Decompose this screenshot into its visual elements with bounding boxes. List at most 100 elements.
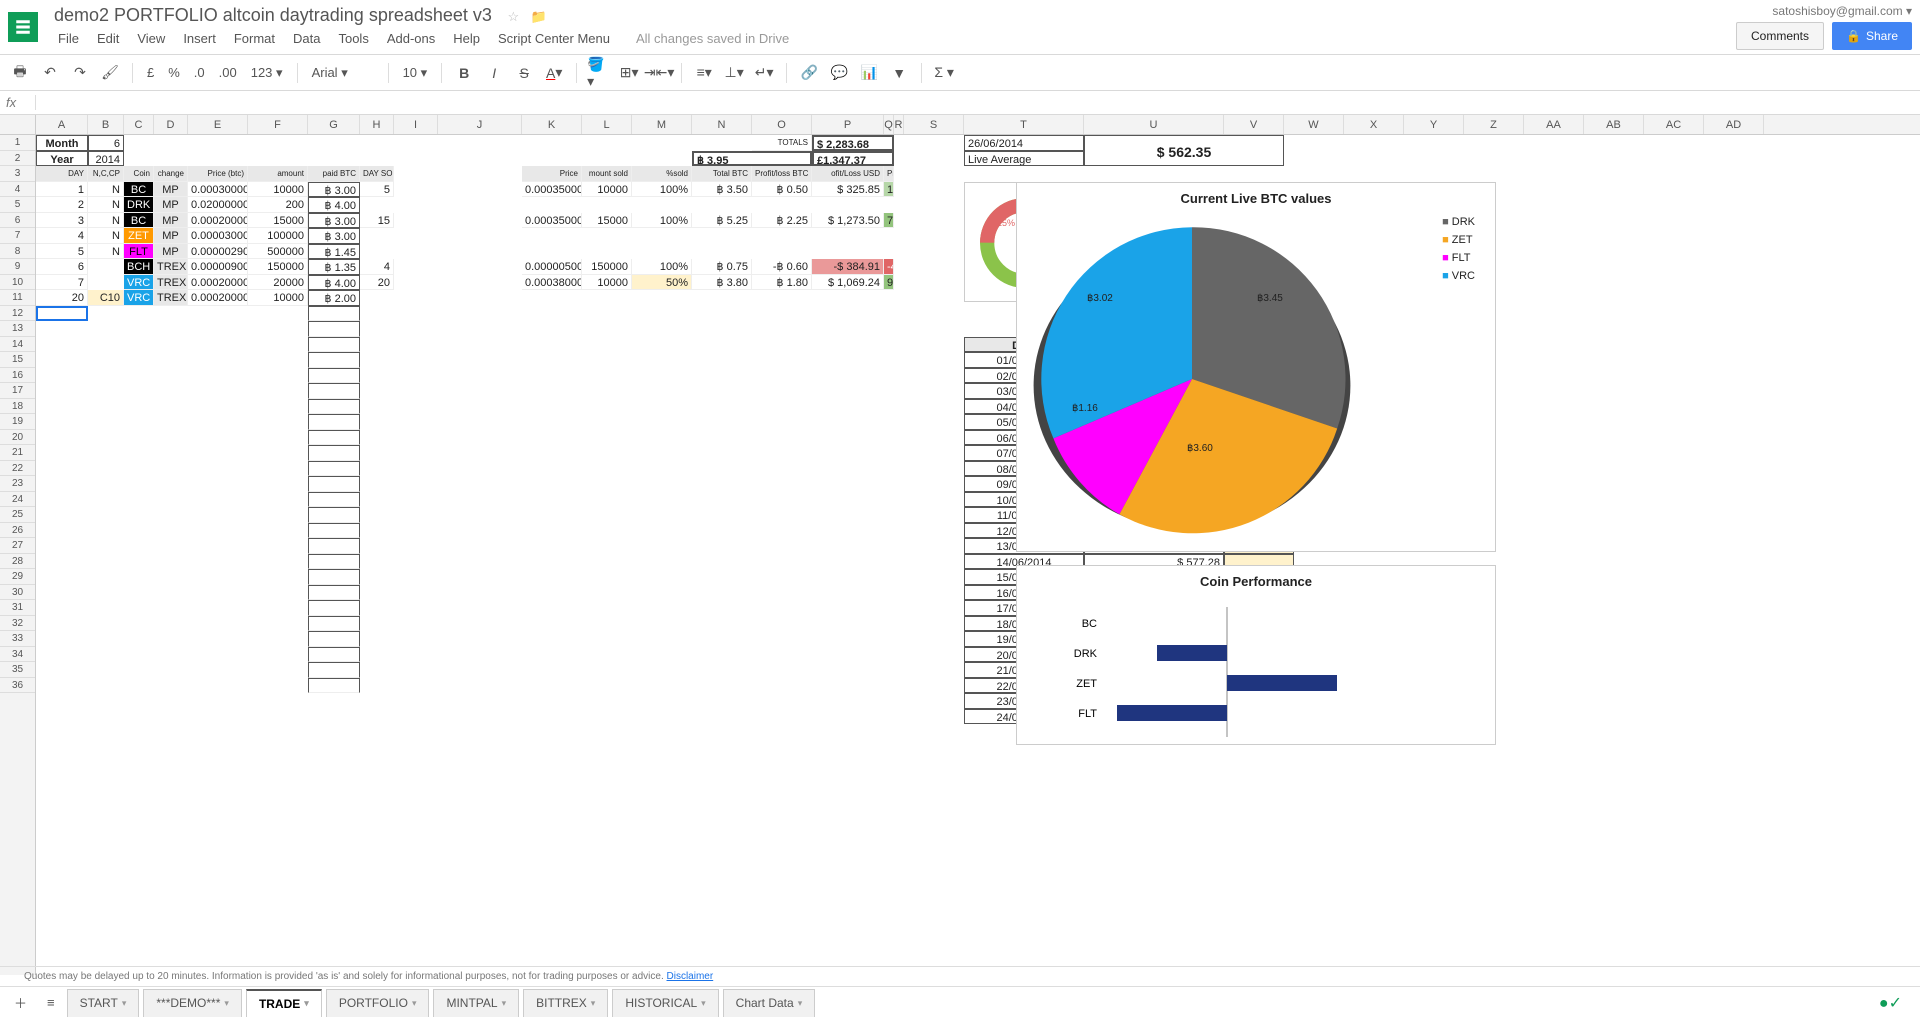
cell-E8[interactable]: 0.00000290 — [188, 244, 248, 260]
cell-L6[interactable]: 15000 — [582, 213, 632, 229]
cell-O1[interactable]: TOTALS — [752, 135, 812, 151]
cell-O10[interactable]: ฿ 1.80 — [752, 275, 812, 291]
cell-A5[interactable]: 2 — [36, 197, 88, 213]
wrap-icon[interactable]: ↵▾ — [752, 61, 776, 85]
cell-F9[interactable]: 150000 — [248, 259, 308, 275]
cell-C5[interactable]: DRK — [124, 197, 154, 213]
cell-B8[interactable]: N — [88, 244, 124, 260]
cell-B5[interactable]: N — [88, 197, 124, 213]
sheet-tab-demo[interactable]: ***DEMO*** ▾ — [143, 989, 242, 1017]
cell-G10[interactable]: ฿ 4.00 — [308, 275, 360, 291]
cell-E7[interactable]: 0.00003000 — [188, 228, 248, 244]
cell-O3[interactable]: Profit/loss BTC — [752, 166, 812, 182]
cell-Q3[interactable]: Profit/Loss % — [884, 166, 894, 182]
font-select[interactable]: Arial ▾ — [308, 65, 378, 81]
cell-G26[interactable] — [308, 523, 360, 539]
cell-M10[interactable]: 50% — [632, 275, 692, 291]
cell-G13[interactable] — [308, 321, 360, 337]
cell-P4[interactable]: $ 325.85 — [812, 182, 884, 198]
cell-D5[interactable]: MP — [154, 197, 188, 213]
cell-N2[interactable]: ฿ 3.95 — [692, 151, 812, 167]
cell-A12[interactable] — [36, 306, 88, 322]
menu-view[interactable]: View — [129, 28, 173, 49]
menu-data[interactable]: Data — [285, 28, 328, 49]
cell-B2[interactable]: 2014 — [88, 151, 124, 167]
cell-A9[interactable]: 6 — [36, 259, 88, 275]
cell-K10[interactable]: 0.00038000 — [522, 275, 582, 291]
grid[interactable]: Month6Year2014TOTALS$ 2,283.68฿ 3.95£1,3… — [36, 135, 1920, 975]
cell-C6[interactable]: BC — [124, 213, 154, 229]
link-icon[interactable]: 🔗 — [797, 61, 821, 85]
app-logo[interactable] — [8, 12, 38, 42]
sheet-tab-chartdata[interactable]: Chart Data ▾ — [723, 989, 816, 1017]
cell-G15[interactable] — [308, 352, 360, 368]
cell-G18[interactable] — [308, 399, 360, 415]
cell-D8[interactable]: MP — [154, 244, 188, 260]
cell-L9[interactable]: 150000 — [582, 259, 632, 275]
cell-F8[interactable]: 500000 — [248, 244, 308, 260]
cell-F11[interactable]: 10000 — [248, 290, 308, 306]
dec-inc[interactable]: .00 — [215, 65, 241, 80]
cell-D11[interactable]: TREX — [154, 290, 188, 306]
cell-G31[interactable] — [308, 600, 360, 616]
cell-L3[interactable]: mount sold — [582, 166, 632, 182]
cell-K4[interactable]: 0.00035000 — [522, 182, 582, 198]
cell-G25[interactable] — [308, 507, 360, 523]
sheet-tab-portfolio[interactable]: PORTFOLIO ▾ — [326, 989, 430, 1017]
cell-E10[interactable]: 0.00020000 — [188, 275, 248, 291]
cell-C4[interactable]: BC — [124, 182, 154, 198]
cell-H4[interactable]: 5 — [360, 182, 394, 198]
cell-A1[interactable]: Month — [36, 135, 88, 151]
cell-B6[interactable]: N — [88, 213, 124, 229]
cell-L10[interactable]: 10000 — [582, 275, 632, 291]
percent-format[interactable]: % — [164, 65, 184, 80]
star-icon[interactable]: ☆ — [508, 9, 520, 25]
cell-H10[interactable]: 20 — [360, 275, 394, 291]
cell-G27[interactable] — [308, 538, 360, 554]
cell-G7[interactable]: ฿ 3.00 — [308, 228, 360, 244]
cell-E9[interactable]: 0.00000900 — [188, 259, 248, 275]
cell-G23[interactable] — [308, 476, 360, 492]
cell-F7[interactable]: 100000 — [248, 228, 308, 244]
functions-icon[interactable]: Σ ▾ — [932, 61, 956, 85]
merge-icon[interactable]: ⇥⇤▾ — [647, 61, 671, 85]
cell-A2[interactable]: Year — [36, 151, 88, 167]
cell-A6[interactable]: 3 — [36, 213, 88, 229]
text-color-icon[interactable]: A ▾ — [542, 61, 566, 85]
cell-G36[interactable] — [308, 678, 360, 694]
cell-O6[interactable]: ฿ 2.25 — [752, 213, 812, 229]
cell-T2[interactable]: Live Average — [964, 151, 1084, 167]
cell-N3[interactable]: Total BTC — [692, 166, 752, 182]
cell-C10[interactable]: VRC — [124, 275, 154, 291]
cell-G4[interactable]: ฿ 3.00 — [308, 182, 360, 198]
cell-G5[interactable]: ฿ 4.00 — [308, 197, 360, 213]
cell-N4[interactable]: ฿ 3.50 — [692, 182, 752, 198]
doc-title[interactable]: demo2 PORTFOLIO altcoin daytrading sprea… — [50, 3, 496, 27]
cell-M9[interactable]: 100% — [632, 259, 692, 275]
cell-G21[interactable] — [308, 445, 360, 461]
cell-E11[interactable]: 0.00020000 — [188, 290, 248, 306]
user-email[interactable]: satoshisboy@gmail.com ▾ — [1772, 4, 1912, 18]
cell-A10[interactable]: 7 — [36, 275, 88, 291]
cell-G11[interactable]: ฿ 2.00 — [308, 290, 360, 306]
cell-A7[interactable]: 4 — [36, 228, 88, 244]
cell-Q10[interactable]: 90.00% — [884, 275, 894, 291]
cell-A11[interactable]: 20 — [36, 290, 88, 306]
more-formats[interactable]: 123 ▾ — [247, 65, 287, 81]
font-size[interactable]: 10 ▾ — [399, 65, 432, 81]
sheet-tab-bittrex[interactable]: BITTREX ▾ — [523, 989, 608, 1017]
column-headers[interactable]: ABCDEFGHIJKLMNOPQRSTUVWXYZAAABACAD — [36, 115, 1920, 135]
chart-icon[interactable]: 📊 — [857, 61, 881, 85]
cell-N6[interactable]: ฿ 5.25 — [692, 213, 752, 229]
cell-U1[interactable]: $ 562.35 — [1084, 135, 1284, 166]
cell-B1[interactable]: 6 — [88, 135, 124, 151]
menu-addons[interactable]: Add-ons — [379, 28, 443, 49]
sheet-tab-trade[interactable]: TRADE ▾ — [246, 989, 322, 1017]
filter-icon[interactable]: ▼ — [887, 61, 911, 85]
menu-insert[interactable]: Insert — [175, 28, 224, 49]
menu-file[interactable]: File — [50, 28, 87, 49]
cell-D3[interactable]: change — [154, 166, 188, 182]
all-sheets-icon[interactable]: ≡ — [39, 991, 63, 1014]
cell-O9[interactable]: -฿ 0.60 — [752, 259, 812, 275]
cell-D6[interactable]: MP — [154, 213, 188, 229]
